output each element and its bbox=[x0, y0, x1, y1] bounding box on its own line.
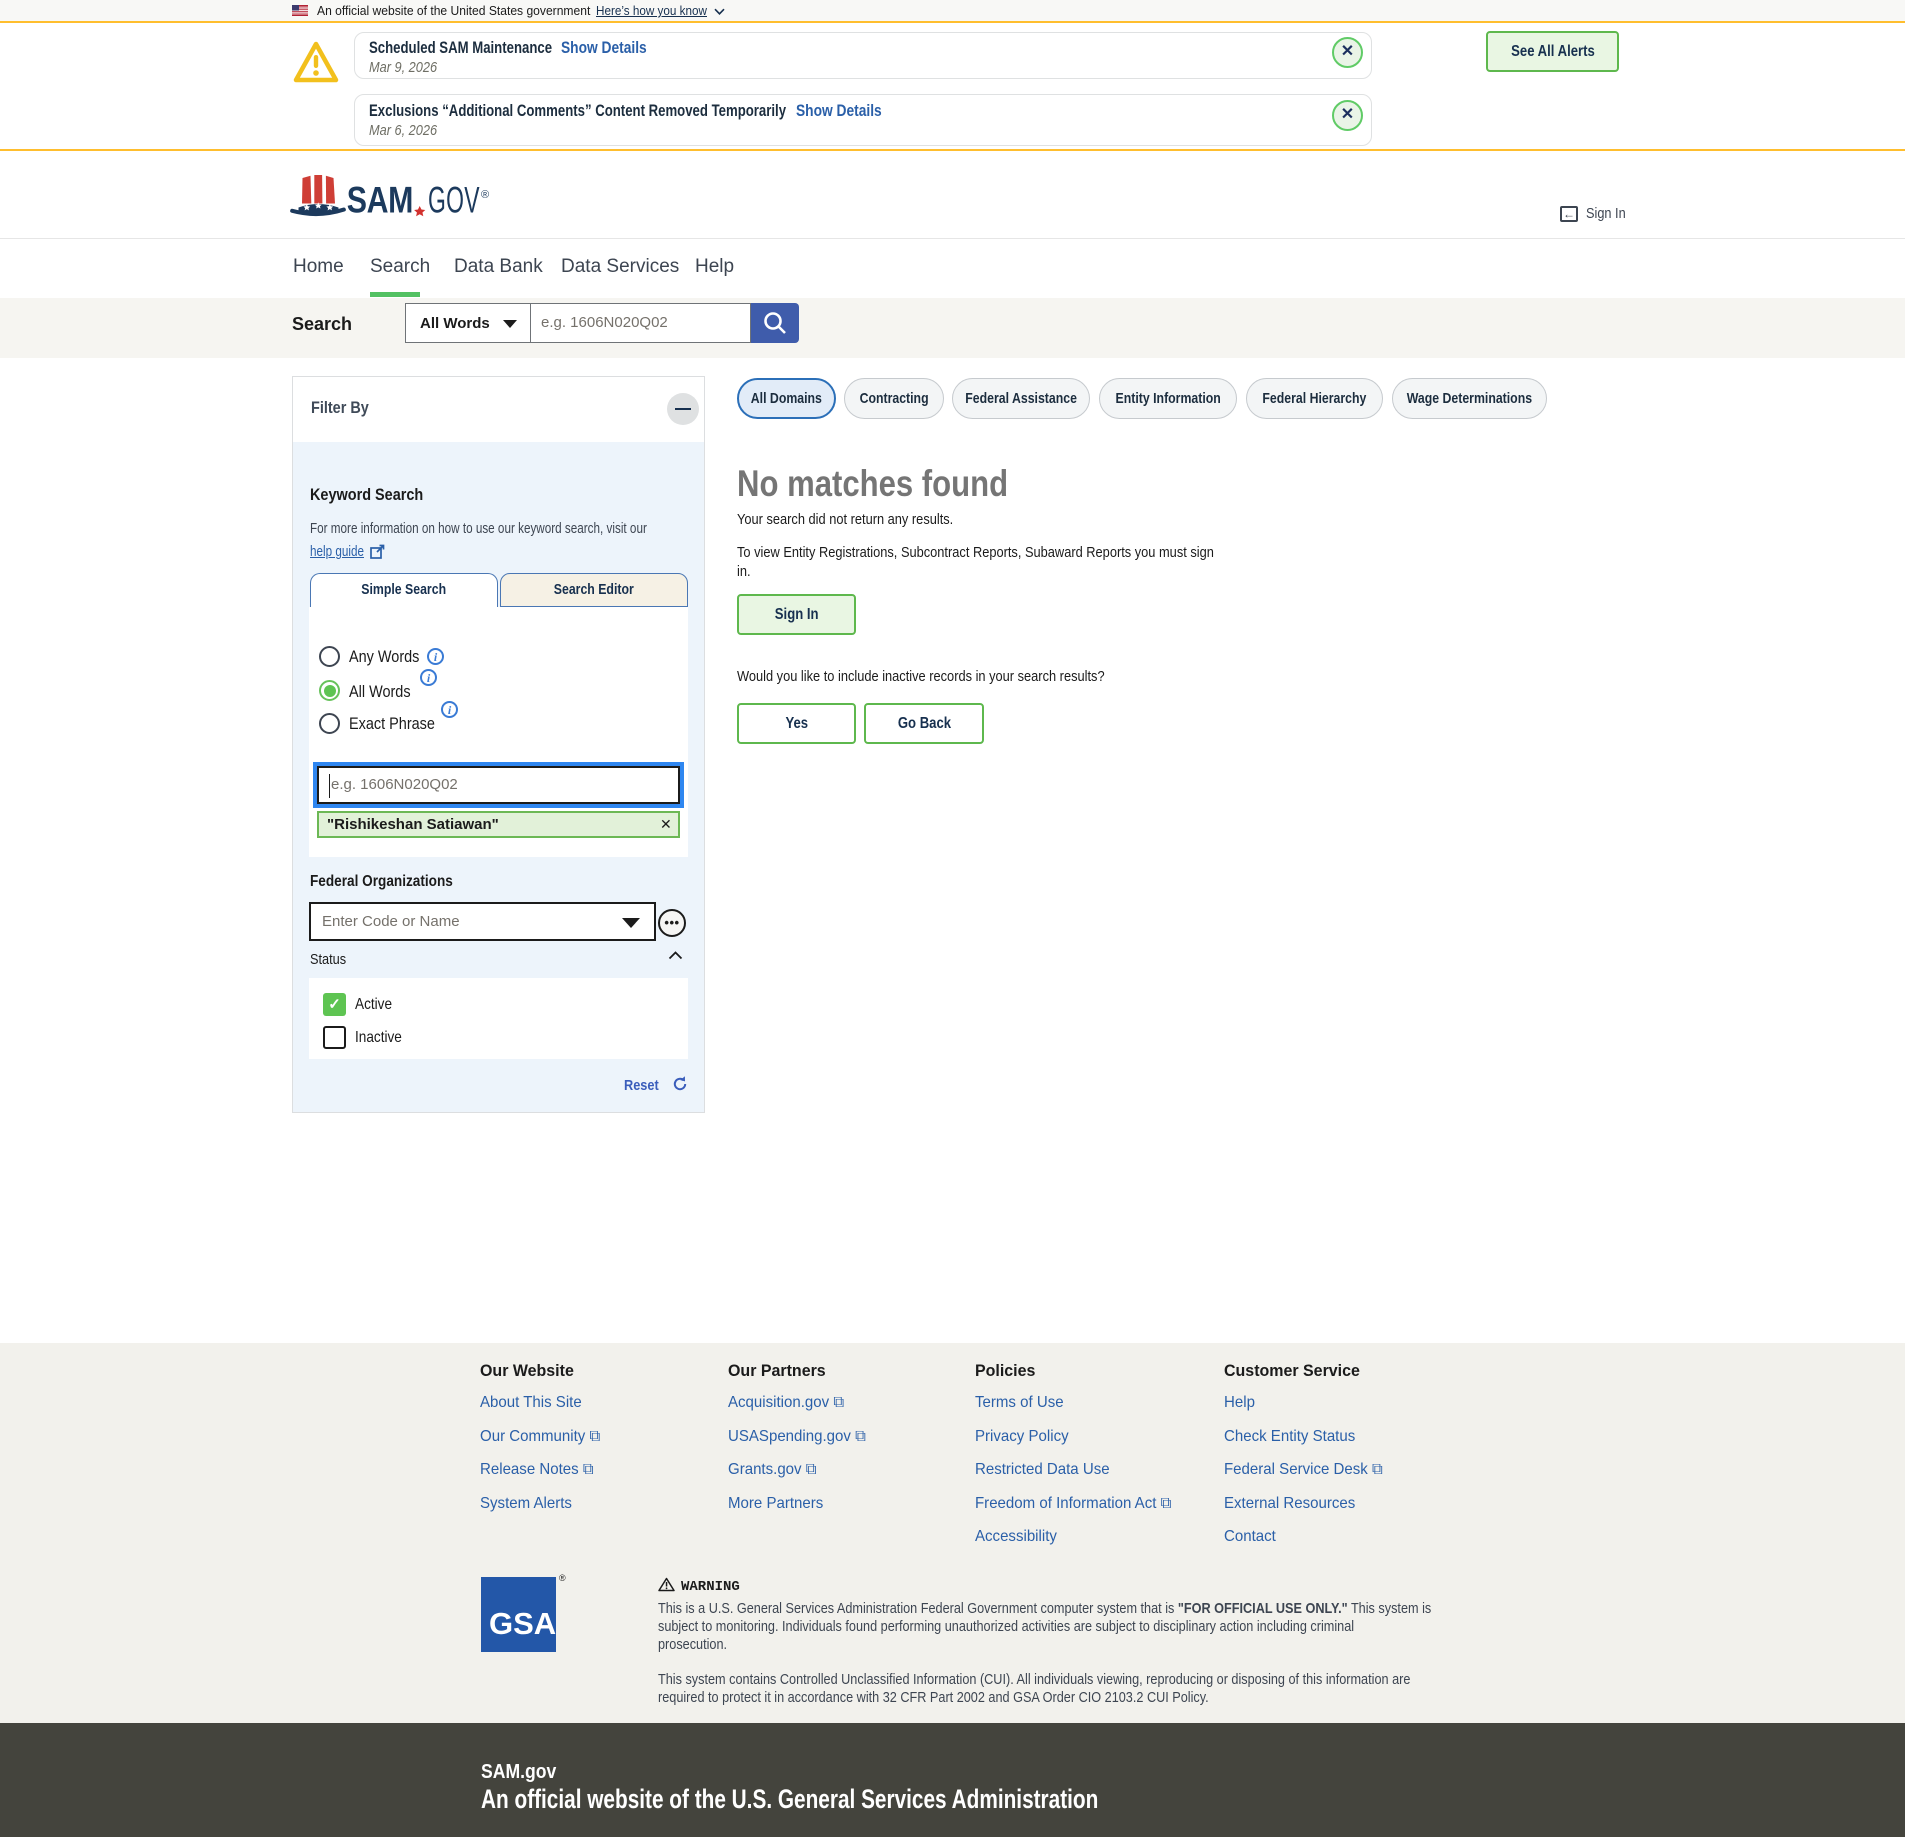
svg-text:®: ® bbox=[481, 189, 489, 201]
svg-text:GOV: GOV bbox=[428, 179, 480, 221]
svg-text:SAM: SAM bbox=[347, 180, 413, 222]
